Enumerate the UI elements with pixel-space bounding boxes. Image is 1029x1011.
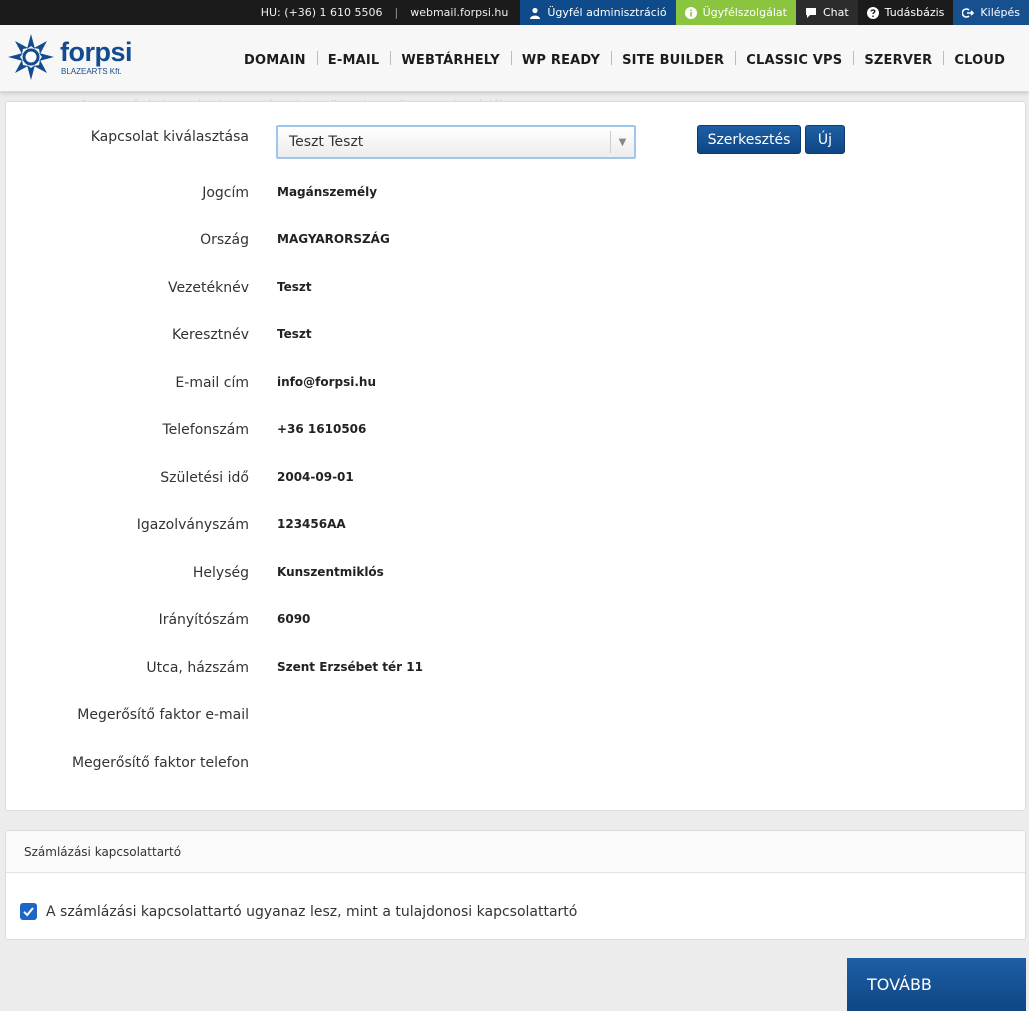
user-icon (530, 7, 541, 19)
checkmark-icon (23, 907, 34, 917)
nav-cloud[interactable]: CLOUD (943, 51, 1016, 68)
site-header: forpsi BLAZEARTS Kft. DOMAIN E-MAIL WEBT… (0, 25, 1029, 111)
star-logo-icon (8, 34, 54, 80)
billing-contact-panel: Számlázási kapcsolattartó A számlázási k… (5, 830, 1026, 940)
field-value: Magánszemély (277, 185, 378, 199)
field-row-street: Utca, házszám Szent Erzsébet tér 11 (6, 660, 1025, 680)
field-label: Utca, házszám (146, 660, 249, 676)
field-label: Megerősítő faktor e-mail (77, 707, 249, 723)
new-contact-button[interactable]: Új (805, 125, 845, 154)
field-row-lastname: Vezetéknév Teszt (6, 280, 1025, 300)
billing-panel-title: Számlázási kapcsolattartó (6, 831, 1025, 873)
question-icon (866, 6, 879, 19)
nav-domain[interactable]: DOMAIN (233, 53, 317, 68)
nav-classic-vps[interactable]: CLASSIC VPS (735, 51, 853, 68)
field-row-phone: Telefonszám +36 1610506 (6, 422, 1025, 442)
field-label: Születési idő (160, 470, 249, 486)
field-value: 6090 (277, 612, 311, 626)
info-icon (684, 6, 697, 19)
customer-admin-button[interactable]: Ügyfél adminisztráció (520, 0, 676, 25)
chevron-down-icon: ▼ (610, 131, 634, 153)
field-value: Teszt (277, 327, 312, 341)
field-label: Vezetéknév (167, 280, 249, 296)
contact-select[interactable]: Teszt Teszt ▼ (276, 125, 636, 159)
field-row-email: E-mail cím info@forpsi.hu (6, 375, 1025, 395)
field-value: info@forpsi.hu (277, 375, 376, 389)
main-nav: DOMAIN E-MAIL WEBTÁRHELY WP READY SITE B… (233, 51, 1016, 68)
logo-name: forpsi (60, 37, 133, 67)
nav-webtarhely[interactable]: WEBTÁRHELY (390, 51, 511, 68)
field-value: MAGYARORSZÁG (277, 232, 390, 246)
field-label: Megerősítő faktor telefon (71, 755, 249, 771)
nav-wp-ready[interactable]: WP READY (510, 51, 611, 68)
chat-icon (805, 7, 816, 18)
customer-service-button[interactable]: Ügyfélszolgálat (675, 0, 796, 25)
field-row-2fa-email: Megerősítő faktor e-mail (6, 707, 1025, 727)
logout-button[interactable]: Kilépés (953, 0, 1029, 25)
field-row-city: Helység Kunszentmiklós (6, 565, 1025, 585)
field-label: E-mail cím (175, 375, 249, 391)
field-label: Igazolványszám (136, 517, 249, 533)
field-value: 123456AA (277, 517, 346, 531)
field-label: Telefonszám (162, 422, 249, 438)
field-row-id-number: Igazolványszám 123456AA (6, 517, 1025, 537)
field-value: 2004-09-01 (277, 470, 354, 484)
webmail-link[interactable]: webmail.forpsi.hu (398, 0, 520, 25)
field-row-birthdate: Születési idő 2004-09-01 (6, 470, 1025, 490)
nav-site-builder[interactable]: SITE BUILDER (611, 51, 735, 68)
field-label: Helység (192, 565, 249, 581)
next-button[interactable]: TOVÁBB (847, 958, 1026, 1011)
logo-subtitle: BLAZEARTS Kft. (61, 67, 122, 76)
edit-contact-button[interactable]: Szerkesztés (697, 125, 801, 154)
chat-label: Chat (822, 6, 849, 19)
field-label: Ország (200, 232, 249, 248)
field-row-firstname: Keresztnév Teszt (6, 327, 1025, 347)
contact-select-label: Kapcsolat kiválasztása (90, 129, 249, 145)
customer-service-label: Ügyfélszolgálat (702, 6, 787, 19)
same-billing-contact-label: A számlázási kapcsolattartó ugyanaz lesz… (46, 903, 578, 920)
support-phone: HU: (+36) 1 610 5506 (260, 6, 383, 19)
nav-szerver[interactable]: SZERVER (853, 51, 943, 68)
field-row-country: Ország MAGYARORSZÁG (6, 232, 1025, 252)
field-value: Szent Erzsébet tér 11 (277, 660, 423, 674)
knowledge-base-button[interactable]: Tudásbázis (857, 0, 954, 25)
knowledge-base-label: Tudásbázis (884, 6, 945, 19)
forpsi-logo[interactable]: forpsi BLAZEARTS Kft. (6, 32, 133, 82)
field-value: +36 1610506 (277, 422, 367, 436)
chat-button[interactable]: Chat (795, 0, 858, 25)
same-billing-contact-option[interactable]: A számlázási kapcsolattartó ugyanaz lesz… (20, 903, 577, 920)
field-value: Teszt (277, 280, 312, 294)
field-value: Kunszentmiklós (277, 565, 384, 579)
contact-select-value: Teszt Teszt (289, 134, 364, 150)
field-row-zip: Irányítószám 6090 (6, 612, 1025, 632)
owner-contact-panel: Kapcsolat kiválasztása Teszt Teszt ▼ Sze… (5, 101, 1026, 811)
logout-icon (962, 7, 975, 18)
top-utility-bar: HU: (+36) 1 610 5506 | webmail.forpsi.hu… (0, 0, 1029, 25)
field-label: Jogcím (202, 185, 249, 201)
nav-email[interactable]: E-MAIL (316, 51, 391, 68)
field-label: Irányítószám (158, 612, 249, 628)
field-label: Keresztnév (171, 327, 249, 343)
logout-label: Kilépés (980, 6, 1020, 19)
field-row-2fa-phone: Megerősítő faktor telefon (6, 755, 1025, 775)
customer-admin-label: Ügyfél adminisztráció (547, 6, 667, 19)
same-billing-contact-checkbox[interactable] (20, 903, 37, 920)
field-row-title: Jogcím Magánszemély (6, 185, 1025, 205)
